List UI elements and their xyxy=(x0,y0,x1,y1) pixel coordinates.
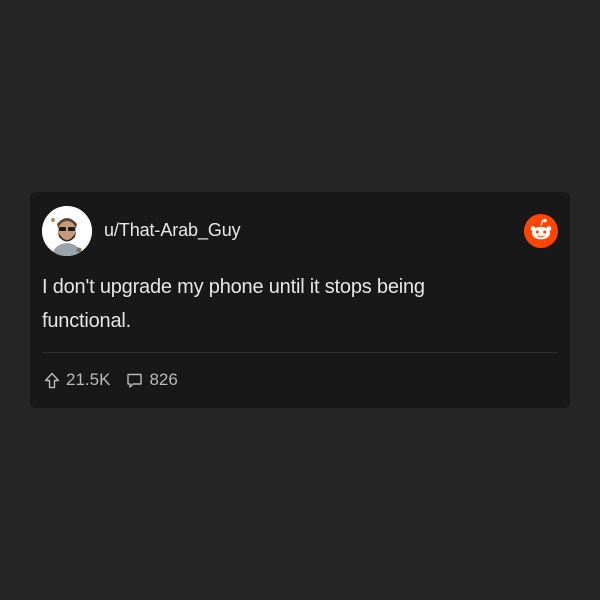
post-card[interactable]: u/That-Arab_Guy I don't upgrade my phone… xyxy=(30,192,570,408)
avatar-icon[interactable] xyxy=(42,206,92,256)
comment-count: 826 xyxy=(149,370,178,389)
upvote-arrow-icon xyxy=(44,372,60,389)
username[interactable]: u/That-Arab_Guy xyxy=(104,220,241,241)
divider xyxy=(42,352,558,353)
upvote-count: 21.5K xyxy=(66,370,111,389)
comments-button[interactable]: 826 xyxy=(126,370,178,390)
post-stats: 21.5K 826 xyxy=(44,370,178,390)
post-body-text: I don't upgrade my phone until it stops … xyxy=(42,276,425,332)
reddit-logo-icon xyxy=(524,214,558,248)
upvote-button[interactable]: 21.5K xyxy=(44,370,110,390)
comment-bubble-icon xyxy=(126,372,143,389)
